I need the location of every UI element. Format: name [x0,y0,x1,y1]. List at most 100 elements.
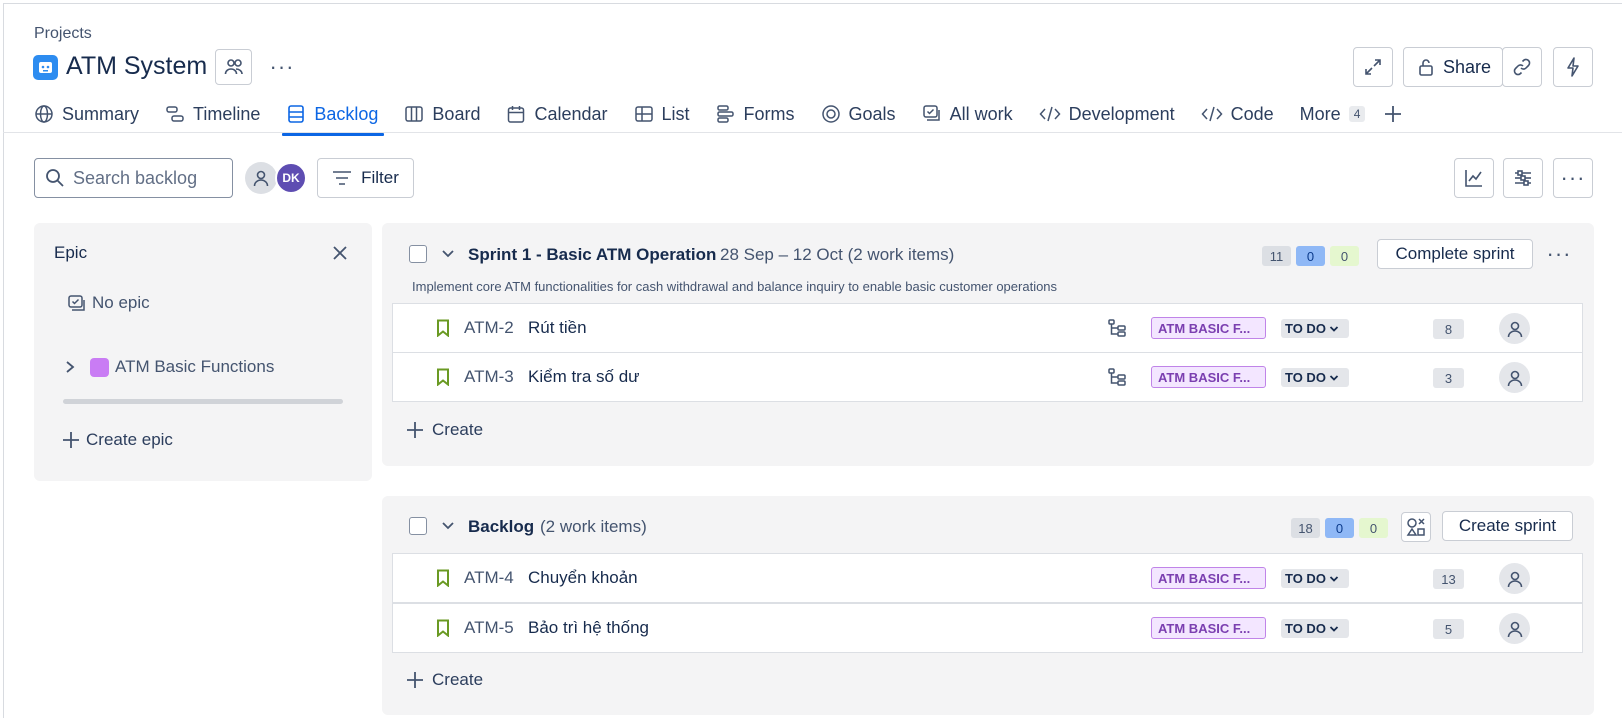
child-issues-icon[interactable] [1107,318,1127,338]
expand-icon [1365,59,1381,75]
epic-lozenge[interactable]: ATM BASIC F... [1151,617,1266,639]
issue-summary[interactable]: Rút tiền [528,318,587,338]
tab-more[interactable]: More 4 [1300,98,1366,130]
search-icon [46,169,64,187]
tab-calendar[interactable]: Calendar [506,98,608,130]
tab-label: Goals [848,103,896,124]
status-label: TO DO [1285,370,1326,385]
tab-label: Timeline [193,103,261,124]
fullscreen-button[interactable] [1353,47,1393,87]
tab-list[interactable]: List [634,98,690,130]
link-icon [1513,58,1531,76]
issue-summary[interactable]: Kiểm tra số dư [528,367,640,387]
story-points-badge[interactable]: 5 [1433,619,1464,639]
tab-code[interactable]: Code [1201,98,1274,130]
plus-icon [407,422,423,438]
issue-summary[interactable]: Chuyển khoản [528,568,638,588]
close-epic-panel-button[interactable] [328,241,352,265]
table-row[interactable]: ATM-4 Chuyển khoản ATM BASIC F... TO DO … [392,553,1583,603]
tab-forms[interactable]: Forms [716,98,795,130]
story-points-badge[interactable]: 13 [1433,569,1464,589]
story-icon [437,319,449,337]
status-dropdown[interactable]: TO DO [1281,368,1349,387]
search-input[interactable]: Search backlog [34,158,233,198]
backlog-in-progress-count: 0 [1325,518,1354,538]
breadcrumb[interactable]: Projects [34,25,92,43]
add-tab-button[interactable] [1383,98,1411,130]
tab-goals[interactable]: Goals [821,98,896,130]
tab-timeline[interactable]: Timeline [165,98,260,130]
status-dropdown[interactable]: TO DO [1281,619,1349,638]
backlog-collapse-button[interactable] [441,519,455,537]
tab-development[interactable]: Development [1039,98,1175,130]
tab-label: More [1299,103,1341,124]
insights-button[interactable] [1454,158,1494,198]
sprint-create-button[interactable]: Create [406,420,483,440]
filter-label: Filter [361,168,399,187]
no-epic-item[interactable]: No epic [67,293,150,313]
assignee-avatar[interactable] [1499,362,1530,393]
all-work-icon [922,105,940,121]
issue-key[interactable]: ATM-4 [464,568,528,588]
create-label: Create [432,670,484,689]
sprint-more-button[interactable]: ··· [1546,241,1572,267]
toolbar-more-button[interactable]: ··· [1553,158,1593,198]
status-label: TO DO [1285,571,1326,586]
tab-label: All work [949,103,1013,124]
epic-lozenge[interactable]: ATM BASIC F... [1151,567,1266,589]
assignee-avatar[interactable] [1499,613,1530,644]
status-dropdown[interactable]: TO DO [1281,569,1349,588]
project-more-button[interactable]: ··· [268,54,296,79]
backlog-checkbox[interactable] [409,517,427,535]
tab-board[interactable]: Board [404,98,480,130]
sprint-checkbox[interactable] [409,245,427,263]
tab-all-work[interactable]: All work [922,98,1013,130]
automation-button[interactable] [1553,47,1593,87]
calendar-icon [508,106,525,123]
issue-key[interactable]: ATM-2 [464,318,528,338]
user-avatar-filter[interactable]: DK [275,162,307,194]
lock-icon [1419,59,1433,76]
table-row[interactable]: ATM-3 Kiểm tra số dư ATM BASIC F... TO D… [392,352,1583,402]
epic-panel-title: Epic [54,243,88,262]
project-title: ATM System [66,52,208,80]
share-button[interactable]: Share [1403,47,1503,87]
chevron-down-icon [442,250,454,258]
sprint-dates: 28 Sep – 12 Oct (2 work items) [720,245,955,264]
create-sprint-button[interactable]: Create sprint [1442,511,1573,541]
create-epic-button[interactable]: Create epic [62,430,173,450]
assignee-avatar[interactable] [1499,313,1530,344]
epic-lozenge[interactable]: ATM BASIC F... [1151,317,1266,339]
issue-key[interactable]: ATM-5 [464,618,528,638]
complete-sprint-button[interactable]: Complete sprint [1377,239,1533,269]
assignee-avatar[interactable] [1499,563,1530,594]
story-points-badge[interactable]: 8 [1433,319,1464,339]
tab-summary[interactable]: Summary [34,98,139,130]
copy-link-button[interactable] [1502,47,1542,87]
development-icon [1039,106,1061,122]
epic-lozenge[interactable]: ATM BASIC F... [1151,366,1266,388]
share-label: Share [1443,56,1492,77]
filter-button[interactable]: Filter [317,158,414,198]
child-issues-icon[interactable] [1107,367,1127,387]
more-count-badge: 4 [1348,106,1366,122]
issue-key[interactable]: ATM-3 [464,367,528,387]
team-button[interactable] [215,49,252,85]
backlog-insights-button[interactable] [1401,512,1431,542]
backlog-create-button[interactable]: Create [406,670,483,690]
unassigned-avatar-filter[interactable] [245,162,277,194]
sprint-name[interactable]: Sprint 1 - Basic ATM Operation [468,245,716,265]
epic-item-atm-basic-functions[interactable]: ATM Basic Functions [64,357,274,377]
story-icon [437,368,449,386]
status-dropdown[interactable]: TO DO [1281,319,1349,338]
story-points-badge[interactable]: 3 [1433,368,1464,388]
table-row[interactable]: ATM-2 Rút tiền ATM BASIC F... TO DO 8 [392,303,1583,353]
tab-backlog[interactable]: Backlog [282,98,385,136]
person-icon [1507,370,1522,386]
view-settings-button[interactable] [1503,158,1543,198]
table-row[interactable]: ATM-5 Bảo trì hệ thống ATM BASIC F... TO… [392,603,1583,653]
issue-summary[interactable]: Bảo trì hệ thống [528,618,649,638]
sprint-collapse-button[interactable] [441,247,455,265]
sprint-goal: Implement core ATM functionalities for c… [412,279,1058,294]
person-icon [1507,321,1522,337]
